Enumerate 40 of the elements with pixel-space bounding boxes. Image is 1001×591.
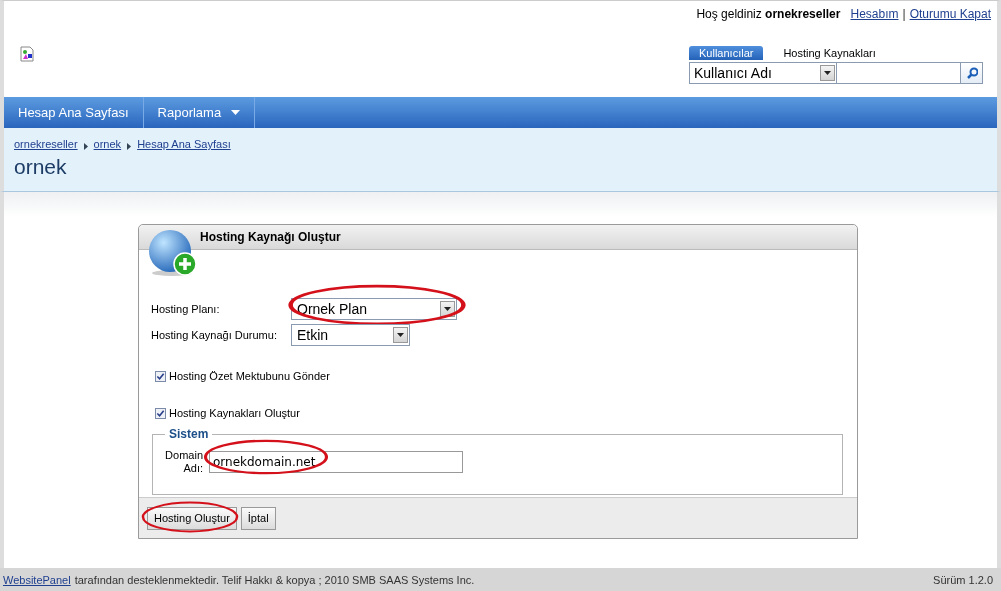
panel-title: Hosting Kaynağı Oluştur bbox=[200, 230, 341, 244]
dropdown-button[interactable] bbox=[393, 327, 408, 343]
field-label: Domain Adı: bbox=[165, 449, 203, 475]
form-button[interactable]: Hosting Oluştur bbox=[147, 506, 237, 530]
breadcrumb-arrow-icon bbox=[83, 142, 88, 150]
form-button[interactable]: İptal bbox=[240, 506, 276, 530]
domain-field[interactable]: ornekdomain.net bbox=[209, 451, 463, 473]
caret-icon bbox=[444, 307, 451, 311]
welcome-text: Hoş geldiniz ornekreseller bbox=[696, 7, 841, 21]
version-text: Sürüm 1.2.0 bbox=[933, 573, 993, 586]
search-type-select[interactable]: Kullanıcı Adı bbox=[689, 62, 837, 84]
add-globe-icon bbox=[148, 229, 198, 277]
checkbox[interactable] bbox=[155, 407, 166, 419]
page-title: ornek bbox=[14, 155, 68, 179]
header-link[interactable]: Hesabım bbox=[850, 7, 899, 21]
search-field[interactable] bbox=[837, 62, 961, 84]
caret-icon bbox=[824, 71, 831, 75]
separator: | bbox=[902, 7, 906, 21]
field-label: Hosting Kaynağı Durumu: bbox=[151, 329, 278, 341]
breadcrumb-arrow-icon bbox=[127, 142, 132, 150]
field-label: Hosting Planı: bbox=[151, 303, 221, 315]
checkbox[interactable] bbox=[155, 370, 166, 382]
breadcrumb-link[interactable]: ornek bbox=[93, 138, 122, 150]
search-tab[interactable]: Hosting Kaynakları bbox=[773, 46, 886, 60]
dropdown-field[interactable]: Ornek Plan bbox=[291, 298, 457, 320]
breadcrumb-link[interactable]: Hesap Ana Sayfası bbox=[137, 138, 231, 150]
dropdown-field[interactable]: Etkin bbox=[291, 324, 410, 346]
dropdown-button[interactable] bbox=[820, 65, 835, 81]
breadcrumb-link[interactable]: ornekreseller bbox=[14, 138, 78, 150]
fieldset-legend: Sistem bbox=[165, 427, 213, 441]
footer-link[interactable]: WebsitePanel bbox=[3, 573, 71, 586]
checkbox-label: Hosting Kaynakları Oluştur bbox=[169, 407, 300, 419]
search-tab[interactable]: Kullanıcılar bbox=[689, 46, 764, 60]
footer-text: tarafından desteklenmektedir. Telif Hakkı & kopya ; 2010 SMB SAAS Systems Inc. bbox=[74, 573, 475, 586]
header-link[interactable]: Oturumu Kapat bbox=[909, 7, 991, 21]
checkbox-label: Hosting Özet Mektubunu Gönder bbox=[169, 370, 330, 382]
caret-icon bbox=[397, 333, 404, 337]
search-button[interactable] bbox=[961, 62, 983, 84]
broken-image-icon bbox=[19, 46, 35, 62]
search-icon bbox=[965, 67, 978, 79]
